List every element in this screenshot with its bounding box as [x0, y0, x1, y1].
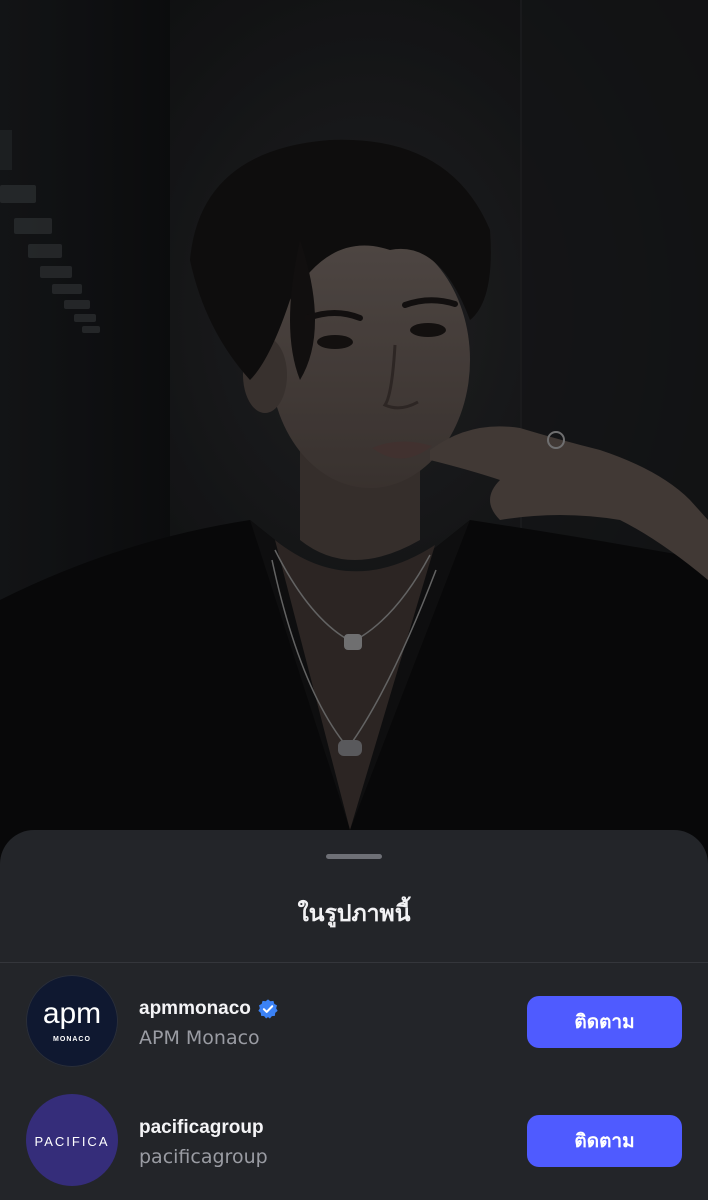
follow-button[interactable]: ติดตาม — [527, 1115, 682, 1167]
account-names: pacificagroup pacificagroup — [139, 1114, 268, 1168]
avatar-logo-main: apm — [43, 997, 101, 1030]
account-username[interactable]: apmmonaco — [139, 998, 251, 1020]
follow-button[interactable]: ติดตาม — [527, 996, 682, 1048]
account-username[interactable]: pacificagroup — [139, 1117, 264, 1139]
avatar[interactable]: PACIFICA — [26, 1094, 118, 1186]
pacifica-logo: PACIFICA — [35, 1134, 110, 1149]
photo-dim-overlay — [0, 0, 708, 900]
account-full-name: APM Monaco — [139, 1027, 260, 1049]
sheet-grabber[interactable] — [326, 854, 382, 859]
tagged-photo — [0, 0, 708, 900]
account-names: apmmonaco APM Monaco — [139, 995, 279, 1049]
sheet-divider — [0, 962, 708, 963]
account-full-name: pacificagroup — [139, 1146, 268, 1168]
avatar[interactable]: apm MONACO — [26, 975, 118, 1067]
avatar-logo-sub: MONACO — [53, 1036, 91, 1043]
in-this-photo-sheet: ในรูปภาพนี้ apm MONACO apmmonaco APM Mon… — [0, 830, 708, 1200]
tagged-account-row[interactable]: apm MONACO apmmonaco APM Monaco ติดตาม — [0, 973, 708, 1073]
verified-badge-icon — [258, 999, 278, 1019]
avatar-logo-main: PACIFICA — [35, 1134, 110, 1149]
tagged-account-row[interactable]: PACIFICA pacificagroup pacificagroup ติด… — [0, 1092, 708, 1192]
apm-monaco-logo: apm MONACO — [43, 997, 101, 1043]
sheet-title: ในรูปภาพนี้ — [297, 901, 411, 927]
